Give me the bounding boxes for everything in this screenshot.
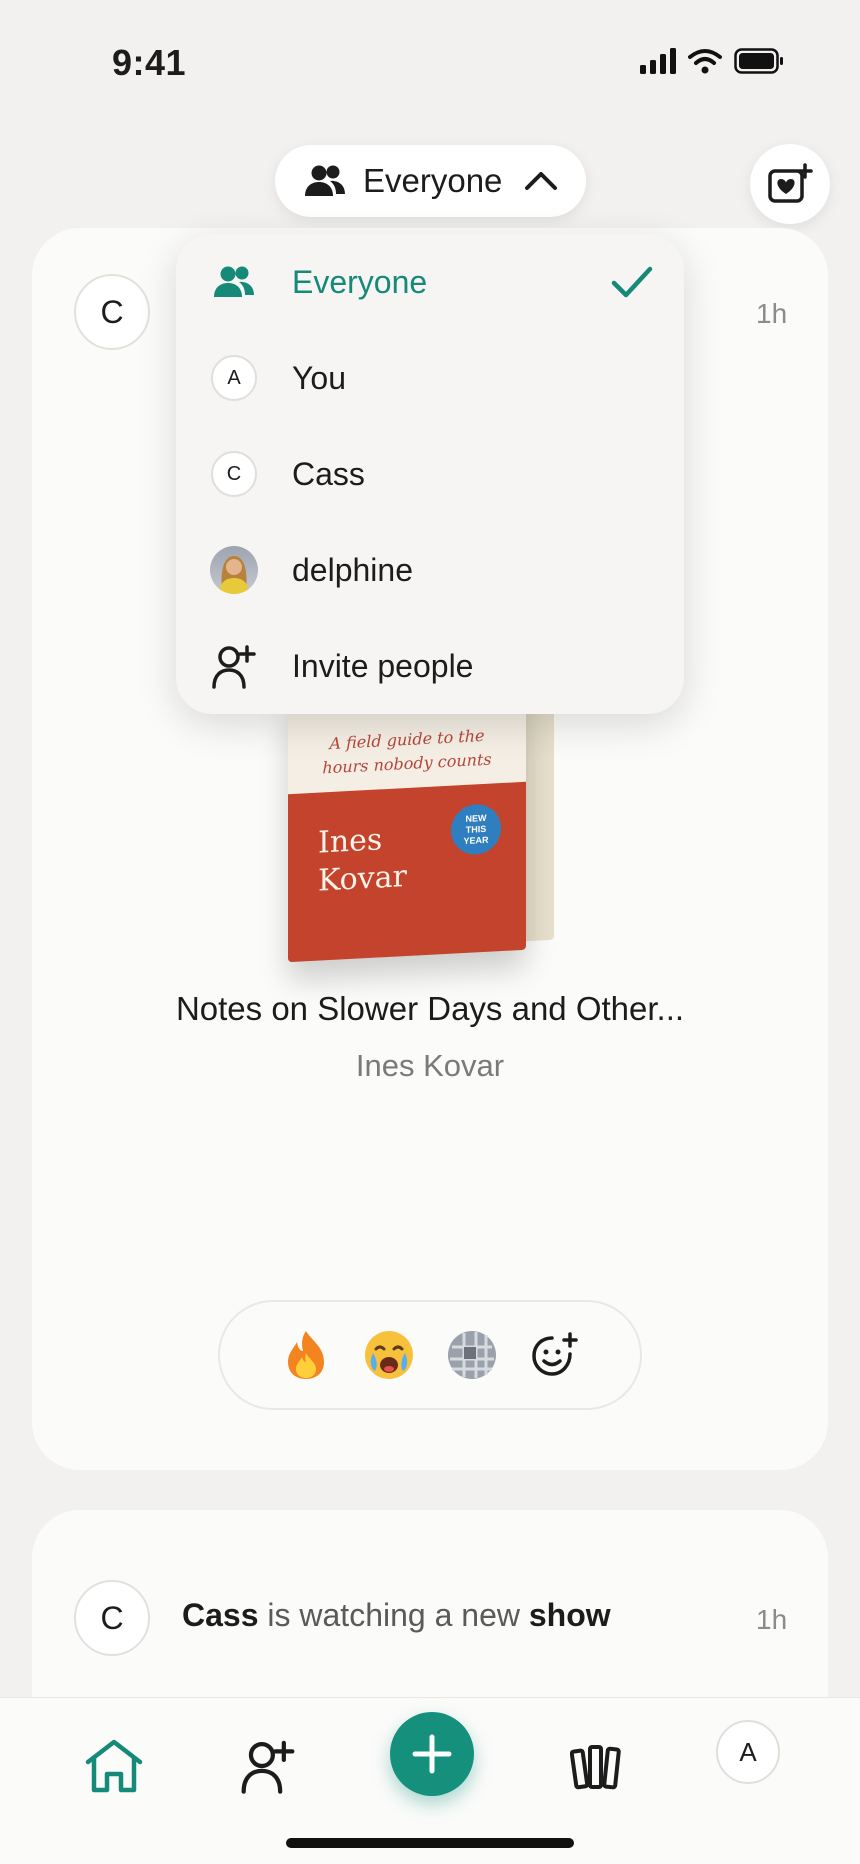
dropdown-item-cass[interactable]: C Cass: [176, 426, 684, 522]
avatar[interactable]: C: [74, 1580, 150, 1656]
battery-icon: [734, 48, 783, 74]
audience-filter-button[interactable]: Everyone: [275, 145, 586, 217]
badge-text: YEAR: [463, 834, 489, 846]
book-cover-author-last: Kovar: [318, 859, 407, 899]
new-badge: NEW THIS YEAR: [451, 803, 501, 856]
dropdown-item-everyone[interactable]: Everyone: [176, 234, 684, 330]
add-reaction-icon[interactable]: [529, 1329, 581, 1381]
avatar-icon: C: [210, 450, 258, 498]
profile-avatar[interactable]: A: [716, 1720, 780, 1784]
dropdown-item-label: You: [292, 359, 346, 396]
activity-verb: is watching a new: [258, 1597, 529, 1633]
grid-emoji[interactable]: [446, 1329, 498, 1381]
plus-icon: [412, 1734, 452, 1774]
add-favorite-button[interactable]: [750, 144, 830, 224]
avatar[interactable]: C: [74, 274, 150, 350]
dropdown-item-delphine[interactable]: delphine: [176, 522, 684, 618]
photo-avatar-icon: [210, 546, 258, 594]
dropdown-item-label: Cass: [292, 455, 365, 492]
home-icon: [85, 1739, 143, 1793]
people-icon: [210, 258, 258, 306]
dropdown-item-you[interactable]: A You: [176, 330, 684, 426]
tab-home[interactable]: [74, 1726, 154, 1806]
book-cover-author: Ines Kovar: [318, 820, 407, 901]
people-icon: [305, 165, 345, 196]
add-button[interactable]: [390, 1712, 474, 1796]
signal-icon: [640, 48, 676, 74]
dropdown-item-label: Everyone: [292, 263, 428, 300]
dropdown-item-label: Invite people: [292, 647, 474, 684]
reaction-bar: [218, 1300, 642, 1410]
heart-plus-icon: [768, 163, 813, 203]
avatar: C: [211, 451, 257, 497]
status-icons: [640, 48, 784, 74]
add-friend-icon: [241, 1740, 295, 1794]
book-cover-front: A field guide to the hours nobody counts…: [288, 683, 526, 963]
status-time: 9:41: [112, 42, 187, 83]
activity-object[interactable]: show: [529, 1597, 611, 1633]
home-indicator[interactable]: [286, 1838, 574, 1848]
post-time: 1h: [756, 1604, 788, 1635]
tab-add-friend[interactable]: [228, 1726, 308, 1806]
book-cover-author-first: Ines: [318, 822, 383, 861]
crying-face-emoji[interactable]: [363, 1329, 415, 1381]
audience-dropdown: Everyone A You C Cass delphine Invite pe…: [176, 234, 684, 714]
tab-library[interactable]: [558, 1726, 638, 1806]
activity-user[interactable]: Cass: [182, 1597, 259, 1633]
fire-emoji[interactable]: [280, 1329, 332, 1381]
dropdown-item-invite[interactable]: Invite people: [176, 618, 684, 714]
book-author[interactable]: Ines Kovar: [0, 1048, 860, 1084]
library-icon: [570, 1745, 621, 1790]
wifi-icon: [688, 49, 722, 74]
dropdown-item-label: delphine: [292, 551, 413, 588]
avatar-icon: A: [210, 354, 258, 402]
chevron-up-icon: [525, 172, 558, 190]
book-cover[interactable]: A field guide to the hours nobody counts…: [288, 683, 558, 966]
add-person-icon: [210, 642, 258, 690]
book-title[interactable]: Notes on Slower Days and Other...: [0, 990, 860, 1028]
post-time: 1h: [756, 298, 788, 329]
activity-text: Cass is watching a new show: [182, 1597, 611, 1634]
status-bar: 9:41: [0, 0, 860, 120]
avatar: A: [211, 355, 257, 401]
photo-avatar: [210, 546, 258, 594]
checkmark-icon: [611, 266, 653, 298]
audience-filter-label: Everyone: [363, 162, 503, 199]
